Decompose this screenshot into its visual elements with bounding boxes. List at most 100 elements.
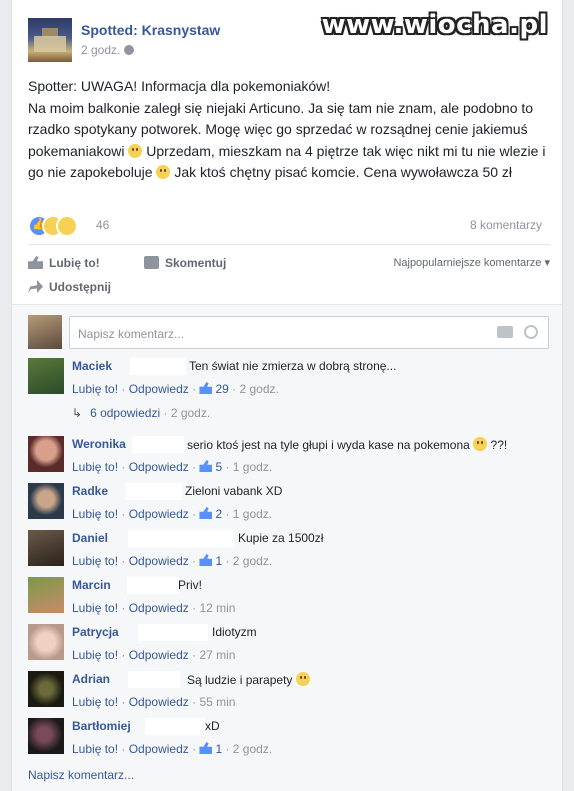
- post-text-paragraph: Na moim balkonie zaległ się niejaki Arti…: [28, 98, 548, 184]
- comment-reply-link[interactable]: Odpowiedz: [129, 382, 189, 396]
- comment-likes-count[interactable]: 29: [215, 382, 228, 396]
- comment-reply-link[interactable]: Odpowiedz: [129, 507, 189, 521]
- comment-input-placeholder: Napisz komentarz...: [78, 327, 185, 341]
- comment-item: Weronika serio ktoś jest na tyle głupi i…: [28, 436, 558, 480]
- post-timestamp[interactable]: 2 godz.: [81, 43, 120, 57]
- comment-item: Radke Zieloni vabank XD Lubię to! · Odpo…: [28, 483, 558, 527]
- commenter-avatar[interactable]: [28, 718, 64, 754]
- commenter-name[interactable]: Adrian: [72, 672, 110, 686]
- redacted-surname: [128, 671, 180, 688]
- comment-likes-count[interactable]: 1: [215, 554, 222, 568]
- commenter-name[interactable]: Bartłomiej: [72, 719, 131, 733]
- commenter-name[interactable]: Maciek: [72, 359, 112, 373]
- replies-label: 6 odpowiedzi: [90, 406, 161, 420]
- comment-text-tail: ??!: [490, 438, 508, 452]
- comment-input[interactable]: Napisz komentarz...: [69, 316, 549, 349]
- commenter-name[interactable]: Weronika: [72, 437, 126, 451]
- comment-item: Maciek Ten świat nie zmierza w dobrą str…: [28, 358, 558, 402]
- comment-meta: Lubię to! · Odpowiedz · 1 · 2 godz.: [72, 742, 273, 756]
- smile-emoji-icon: [295, 672, 310, 686]
- thumbs-up-icon: [199, 742, 213, 754]
- commenter-avatar[interactable]: [28, 530, 64, 566]
- post-text-part-c: Jak ktoś chętny pisać komcie. Cena wywoł…: [174, 164, 513, 180]
- write-comment-link[interactable]: Napisz komentarz...: [28, 768, 134, 782]
- thumbs-up-icon: [199, 460, 213, 472]
- sort-comments-dropdown[interactable]: Najpopularniejsze komentarze ▾: [393, 256, 550, 269]
- comment-meta: Lubię to! · Odpowiedz · 1 · 2 godz.: [72, 554, 273, 568]
- comment-likes-count[interactable]: 5: [215, 460, 222, 474]
- comment-item: Daniel Kupie za 1500zł Lubię to! · Odpow…: [28, 530, 558, 574]
- thumbs-up-icon: [199, 554, 213, 566]
- comment-like-link[interactable]: Lubię to!: [72, 648, 118, 662]
- commenter-avatar[interactable]: [28, 624, 64, 660]
- redacted-surname: [127, 577, 179, 594]
- watermark-logo: www.wiocha.pl: [321, 10, 548, 40]
- comment-time[interactable]: 55 min: [199, 695, 235, 709]
- commenter-avatar[interactable]: [28, 671, 64, 707]
- reactions-count: 46: [96, 218, 110, 232]
- comment-meta: Lubię to! · Odpowiedz · 27 min: [72, 648, 236, 662]
- comment-text-main: serio ktoś jest na tyle głupi i wyda kas…: [187, 438, 470, 452]
- redacted-surname: [145, 718, 205, 735]
- comment-button[interactable]: Skomentuj: [144, 256, 226, 270]
- camera-icon[interactable]: [497, 326, 513, 338]
- comment-button-label: Skomentuj: [165, 256, 227, 270]
- comment-reply-link[interactable]: Odpowiedz: [129, 460, 189, 474]
- commenter-avatar[interactable]: [28, 483, 64, 519]
- commenter-avatar[interactable]: [28, 577, 64, 613]
- comment-time[interactable]: 27 min: [199, 648, 235, 662]
- comment-like-link[interactable]: Lubię to!: [72, 507, 118, 521]
- comment-reply-link[interactable]: Odpowiedz: [129, 742, 189, 756]
- page-name-link[interactable]: Spotted: Krasnystaw: [81, 22, 220, 38]
- comment-bubble-icon: [144, 256, 159, 269]
- wow-reaction-icon: [56, 215, 78, 237]
- comment-text: serio ktoś jest na tyle głupi i wyda kas…: [187, 437, 507, 452]
- commenter-name[interactable]: Patrycja: [72, 625, 119, 639]
- comment-text: Idiotyzm: [212, 625, 257, 639]
- comment-reply-link[interactable]: Odpowiedz: [129, 648, 189, 662]
- caret-down-icon: ▾: [544, 257, 550, 269]
- thumbs-up-icon: [199, 382, 213, 394]
- like-button[interactable]: Lubię to!: [28, 256, 100, 270]
- comment-time[interactable]: 2 godz.: [233, 742, 272, 756]
- comment-like-link[interactable]: Lubię to!: [72, 695, 118, 709]
- comment-like-link[interactable]: Lubię to!: [72, 554, 118, 568]
- commenter-name[interactable]: Daniel: [72, 531, 108, 545]
- comment-item: Adrian Są ludzie i parapety Lubię to! · …: [28, 671, 558, 715]
- neutral-emoji-icon: [128, 143, 143, 158]
- share-button-label: Udostępnij: [49, 280, 111, 294]
- post-text-line-1: Spotter: UWAGA! Informacja dla pokemonia…: [28, 78, 331, 94]
- redacted-surname: [130, 358, 186, 375]
- comments-count-link[interactable]: 8 komentarzy: [470, 218, 542, 232]
- share-button[interactable]: Udostępnij: [28, 280, 111, 294]
- comment-time[interactable]: 2 godz.: [239, 382, 278, 396]
- comment-reply-link[interactable]: Odpowiedz: [129, 601, 189, 615]
- comment-like-link[interactable]: Lubię to!: [72, 742, 118, 756]
- comment-like-link[interactable]: Lubię to!: [72, 601, 118, 615]
- comment-like-link[interactable]: Lubię to!: [72, 460, 118, 474]
- globe-icon: [124, 45, 135, 55]
- commenter-avatar[interactable]: [28, 358, 64, 394]
- commenter-name[interactable]: Radke: [72, 484, 108, 498]
- post-body: Spotter: UWAGA! Informacja dla pokemonia…: [28, 76, 548, 184]
- commenter-avatar[interactable]: [28, 436, 64, 472]
- replies-time: 2 godz.: [170, 406, 211, 420]
- comment-time[interactable]: 12 min: [199, 601, 235, 615]
- comment-time[interactable]: 2 godz.: [233, 554, 272, 568]
- emoji-picker-icon[interactable]: [524, 325, 538, 339]
- comment-time[interactable]: 1 godz.: [233, 460, 272, 474]
- comment-text: Zieloni vabank XD: [185, 484, 283, 498]
- current-user-avatar: [28, 315, 62, 349]
- comment-reply-link[interactable]: Odpowiedz: [129, 695, 189, 709]
- comment-likes-count[interactable]: 1: [215, 742, 222, 756]
- comment-time[interactable]: 1 godz.: [233, 507, 272, 521]
- view-replies-link[interactable]: ↳ 6 odpowiedzi · 2 godz.: [72, 406, 210, 420]
- commenter-name[interactable]: Marcin: [72, 578, 111, 592]
- comment-reply-link[interactable]: Odpowiedz: [129, 554, 189, 568]
- page-avatar[interactable]: [28, 18, 72, 62]
- comment-likes-count[interactable]: 2: [215, 507, 222, 521]
- comment-like-link[interactable]: Lubię to!: [72, 382, 118, 396]
- comment-text: Są ludzie i parapety: [187, 672, 310, 687]
- comment-meta: Lubię to! · Odpowiedz · 29 · 2 godz.: [72, 382, 279, 396]
- redacted-surname: [128, 530, 234, 547]
